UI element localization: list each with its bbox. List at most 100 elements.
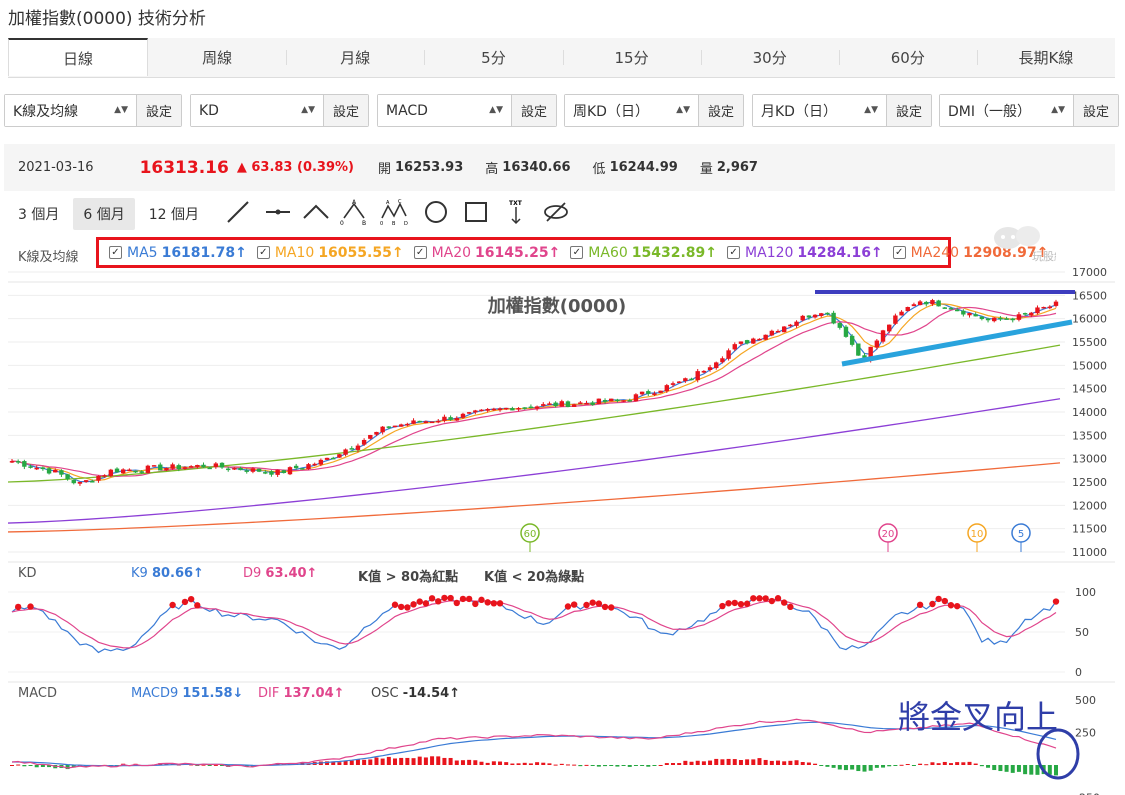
tab-daily[interactable]: 日線 [8,38,149,76]
select-value: KD [199,102,219,119]
osc-bar [683,760,688,765]
ma-legend-item-ma60[interactable]: MA6015432.89↑ [570,245,717,261]
candle-body [448,417,453,420]
low-label: 低 [592,162,606,177]
kd-red-dot [14,603,22,611]
settings-button-3[interactable]: 設定 [511,95,556,126]
kd-red-dot [756,595,763,602]
settings-button-2[interactable]: 設定 [323,95,368,126]
ma-checkbox[interactable] [256,246,270,259]
chart-title: 加權指數(0000) [487,295,627,317]
candle-body [664,385,670,392]
osc-bar [1023,765,1028,775]
kd-red-dot [589,599,596,606]
candle-body [899,311,904,316]
tab-monthly[interactable]: 月線 [286,38,424,77]
y-tick-label: 15500 [1072,336,1107,349]
kd-red-dot [762,595,769,602]
candle-body [77,481,83,484]
candle-body [837,322,842,328]
indicator-select-2[interactable]: KD ▲▼ [191,95,323,126]
angle-tool-icon[interactable] [302,198,330,226]
candle-body [380,426,385,433]
ma-checkbox[interactable] [892,246,906,259]
osc-bar [84,765,89,767]
osc-bar [689,761,694,765]
osc-bar [281,763,286,765]
tab-30min[interactable]: 30分 [700,38,839,77]
candle-body [293,465,299,469]
indicator-select-4[interactable]: 周KD（日） ▲▼ [565,95,698,126]
candle-body [53,469,58,473]
range-3m-button[interactable]: 3 個月 [8,198,69,230]
indicator-select-1[interactable]: K線及均線 ▲▼ [5,95,136,126]
candle-body [596,398,602,404]
indicator-select-5[interactable]: 月KD（日） ▲▼ [753,95,886,126]
text-tool-icon[interactable]: TXT [502,198,530,226]
rectangle-tool-icon[interactable] [462,198,490,226]
tab-long-term[interactable]: 長期K線 [976,38,1115,77]
kd-red-dot [416,598,423,605]
indicator-select-3[interactable]: MACD ▲▼ [378,95,511,126]
selector-group-2: KD ▲▼ 設定 [190,94,369,127]
kd-red-dot [169,601,176,609]
osc-bar [930,762,935,765]
settings-button-6[interactable]: 設定 [1073,95,1118,126]
kd-red-dot [750,595,757,602]
svg-text:0: 0 [380,221,383,226]
horizontal-line-tool-icon[interactable] [264,198,292,226]
abcd-pattern-icon[interactable]: A C 0 B D [380,198,408,226]
circle-tool-icon[interactable] [422,198,450,226]
candle-body [287,467,293,475]
candle-body [874,340,880,348]
candle-body [219,462,225,468]
candle-body [145,465,151,473]
osc-bar [257,765,262,766]
osc-bar [417,756,422,765]
osc-bar [850,765,855,770]
settings-button-4[interactable]: 設定 [698,95,743,126]
ma-legend-item-ma120[interactable]: MA12014284.16↑ [727,245,883,261]
tab-15min[interactable]: 15分 [562,38,701,77]
osc-bar [806,762,811,765]
ma-legend-item-ma20[interactable]: MA2016145.25↑ [413,245,560,261]
osc-bar [485,762,490,765]
osc-bar [448,757,453,765]
select-value: 月KD（日） [761,103,837,120]
candle-body [491,408,497,411]
candle-body [411,420,416,424]
osc-bar [893,765,898,766]
line-tool-icon[interactable] [224,198,252,226]
settings-button-1[interactable]: 設定 [136,95,181,126]
osc-bar [677,763,682,765]
osc-label: OSC [371,686,399,701]
tab-weekly[interactable]: 周線 [148,38,286,77]
candle-body [930,300,935,305]
candle-body [151,465,157,467]
abc-pattern-icon[interactable]: A 0 B [340,198,368,226]
ma-checkbox[interactable] [109,246,122,259]
indicator-selectors: K線及均線 ▲▼ 設定 KD ▲▼ 設定 MACD ▲▼ 設定 周KD（日） ▲▼ 設定… [4,94,1119,128]
osc-bar [1029,765,1034,775]
ma-checkbox[interactable] [413,246,427,259]
candle-body [744,340,750,344]
indicator-select-6[interactable]: DMI（一般） ▲▼ [940,95,1073,126]
ma-checkbox[interactable] [570,246,584,259]
ma-legend-item-ma10[interactable]: MA1016055.55↑ [256,245,404,261]
candle-body [281,470,287,473]
ma-checkbox[interactable] [727,246,741,259]
ma-legend-item-ma5[interactable]: MA516181.78↑ [109,245,247,261]
range-6m-button[interactable]: 6 個月 [73,198,135,230]
tab-5min[interactable]: 5分 [424,38,562,77]
tab-60min[interactable]: 60分 [838,38,977,77]
osc-bar [380,758,385,765]
osc-bar [213,764,218,766]
kd-y-tick: 100 [1075,586,1096,599]
ma-panel-label: K線及均線 [18,250,79,265]
range-12m-button[interactable]: 12 個月 [139,198,209,230]
osc-bar [961,762,966,765]
candle-body [794,321,799,326]
settings-button-5[interactable]: 設定 [886,95,931,126]
candle-body [108,469,114,477]
hide-icon[interactable] [542,198,570,226]
